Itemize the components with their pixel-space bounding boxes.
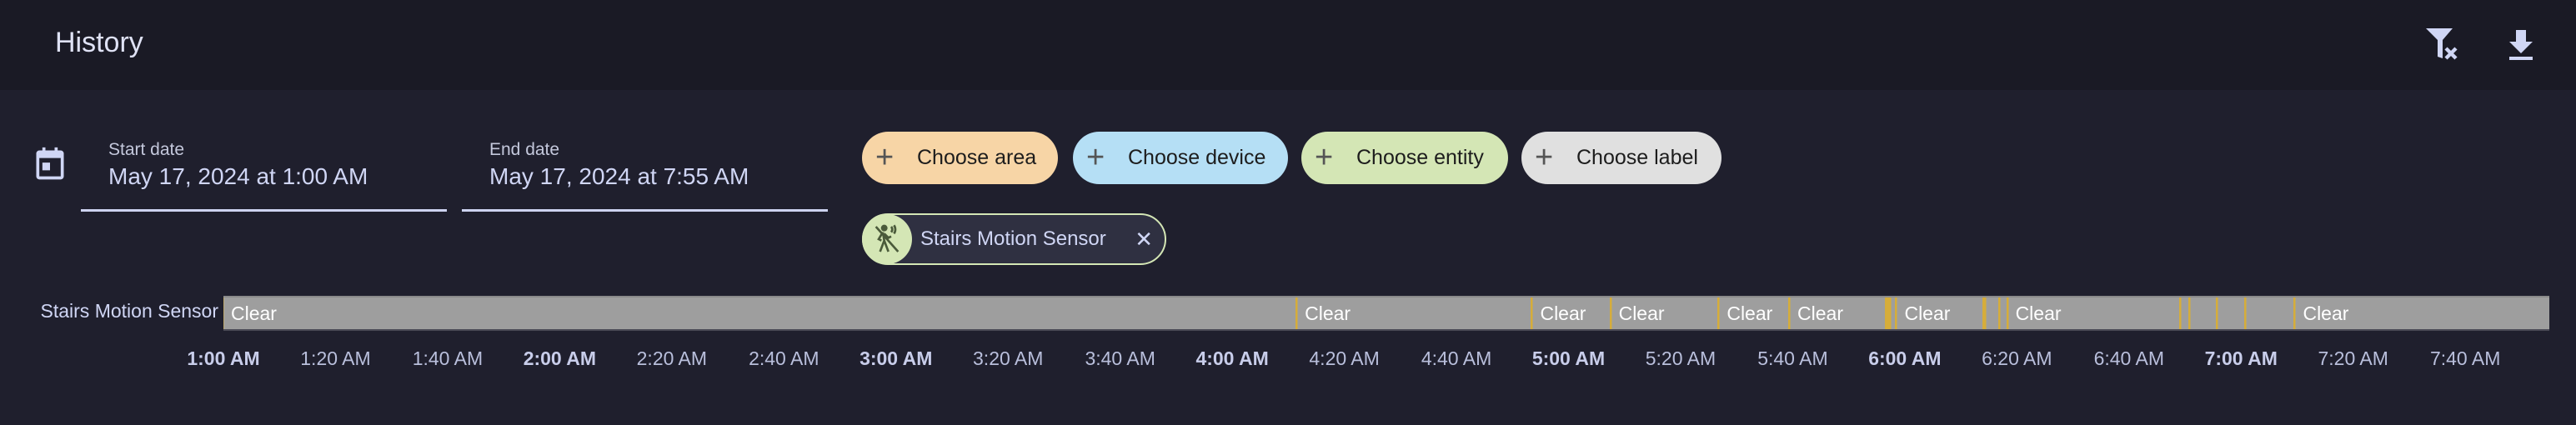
- timeline-segment-clear[interactable]: Clear: [2007, 298, 2179, 329]
- timeline-row-label: Stairs Motion Sensor: [40, 300, 218, 322]
- timeline-segment-clear[interactable]: [1985, 298, 1999, 329]
- time-tick-label: 3:20 AM: [973, 348, 1044, 369]
- time-tick-label: 5:00 AM: [1531, 348, 1606, 369]
- time-tick-label: 1:00 AM: [187, 348, 260, 369]
- timeline-segment-clear[interactable]: [2181, 298, 2189, 329]
- time-tick-label: 2:20 AM: [636, 348, 708, 369]
- time-tick-label: 2:40 AM: [749, 348, 819, 369]
- segment-state-label: Clear: [1540, 302, 1586, 324]
- choose-device-button[interactable]: + Choose device: [1073, 132, 1288, 184]
- time-tick-label: 7:00 AM: [2204, 348, 2278, 369]
- time-tick-label: 6:20 AM: [1982, 348, 2052, 369]
- timeline-segment-clear[interactable]: Clear: [223, 298, 1296, 329]
- time-tick-label: 4:00 AM: [1195, 348, 1269, 369]
- end-date-label: End date: [489, 140, 560, 159]
- timeline-segment-clear[interactable]: Clear: [1532, 298, 1610, 329]
- top-bar: History: [0, 0, 2576, 90]
- end-date-value[interactable]: May 17, 2024 at 7:55 AM: [489, 163, 749, 190]
- time-tick-label: 7:40 AM: [2429, 348, 2501, 369]
- timeline-segment-clear[interactable]: [2190, 298, 2216, 329]
- timeline-segment-clear[interactable]: [2218, 298, 2244, 329]
- choose-entity-button[interactable]: + Choose entity: [1301, 132, 1508, 184]
- plus-icon: +: [1086, 140, 1105, 175]
- start-date-label: Start date: [108, 140, 185, 159]
- chip-label: Choose area: [917, 146, 1037, 169]
- time-tick-label: 4:20 AM: [1309, 348, 1380, 369]
- segment-state-label: Clear: [231, 302, 277, 324]
- chip-label: Choose device: [1128, 146, 1266, 169]
- choose-label-button[interactable]: + Choose label: [1521, 132, 1722, 184]
- time-tick-label: 3:40 AM: [1085, 348, 1155, 369]
- filter-remove-icon[interactable]: [2423, 25, 2463, 65]
- time-tick-label: 1:20 AM: [300, 348, 371, 369]
- end-date-field[interactable]: End date May 17, 2024 at 7:55 AM: [462, 133, 828, 212]
- calendar-icon[interactable]: [32, 146, 68, 182]
- segment-state-label: Clear: [2015, 302, 2062, 324]
- plus-icon: +: [1535, 140, 1554, 175]
- segment-state-label: Clear: [1797, 302, 1844, 324]
- start-date-value[interactable]: May 17, 2024 at 1:00 AM: [108, 163, 368, 190]
- time-tick-label: 5:20 AM: [1645, 348, 1716, 369]
- segment-state-label: Clear: [1618, 302, 1665, 324]
- time-tick-label: 2:00 AM: [523, 348, 597, 369]
- time-tick-label: 4:40 AM: [1421, 348, 1492, 369]
- timeline-segment-clear[interactable]: [2245, 298, 2294, 329]
- timeline-segment-clear[interactable]: [2000, 298, 2007, 329]
- plus-icon: +: [1315, 140, 1334, 175]
- timeline-segment-clear[interactable]: Clear: [1297, 298, 1531, 329]
- remove-entity-icon[interactable]: ✕: [1135, 227, 1153, 252]
- time-tick-label: 3:00 AM: [860, 348, 933, 369]
- page-title: History: [55, 27, 143, 58]
- plus-icon: +: [875, 140, 895, 175]
- timeline-bar: Clear Clear Clear Clear Clear Clear Clear Clear…: [223, 296, 2549, 331]
- start-date-field[interactable]: Start date May 17, 2024 at 1:00 AM: [81, 133, 447, 212]
- timeline-segment-detected[interactable]: [1885, 298, 1892, 329]
- segment-state-label: Clear: [1305, 302, 1351, 324]
- segment-state-label: Clear: [2303, 302, 2349, 324]
- timeline-segment-clear[interactable]: Clear: [1719, 298, 1789, 329]
- timeline-segment-clear[interactable]: Clear: [1897, 298, 1983, 329]
- selected-entity-chip[interactable]: Stairs Motion Sensor ✕: [862, 213, 1166, 265]
- choose-area-button[interactable]: + Choose area: [862, 132, 1058, 184]
- time-tick-label: 7:20 AM: [2318, 348, 2388, 369]
- timeline-segment-clear[interactable]: Clear: [2295, 298, 2549, 329]
- timeline-segment-clear[interactable]: Clear: [1790, 298, 1886, 329]
- segment-state-label: Clear: [1727, 302, 1773, 324]
- selected-entity-label: Stairs Motion Sensor: [920, 228, 1106, 250]
- time-tick-label: 6:00 AM: [1868, 348, 1942, 369]
- time-tick-label: 5:40 AM: [1757, 348, 1828, 369]
- motion-sensor-icon: [862, 214, 912, 264]
- chip-label: Choose label: [1576, 146, 1698, 169]
- chip-label: Choose entity: [1356, 146, 1484, 169]
- timeline-segment-clear[interactable]: Clear: [1611, 298, 1718, 329]
- segment-state-label: Clear: [1904, 302, 1951, 324]
- download-icon[interactable]: [2501, 25, 2541, 65]
- time-tick-label: 6:40 AM: [2093, 348, 2164, 369]
- time-tick-label: 1:40 AM: [412, 348, 484, 369]
